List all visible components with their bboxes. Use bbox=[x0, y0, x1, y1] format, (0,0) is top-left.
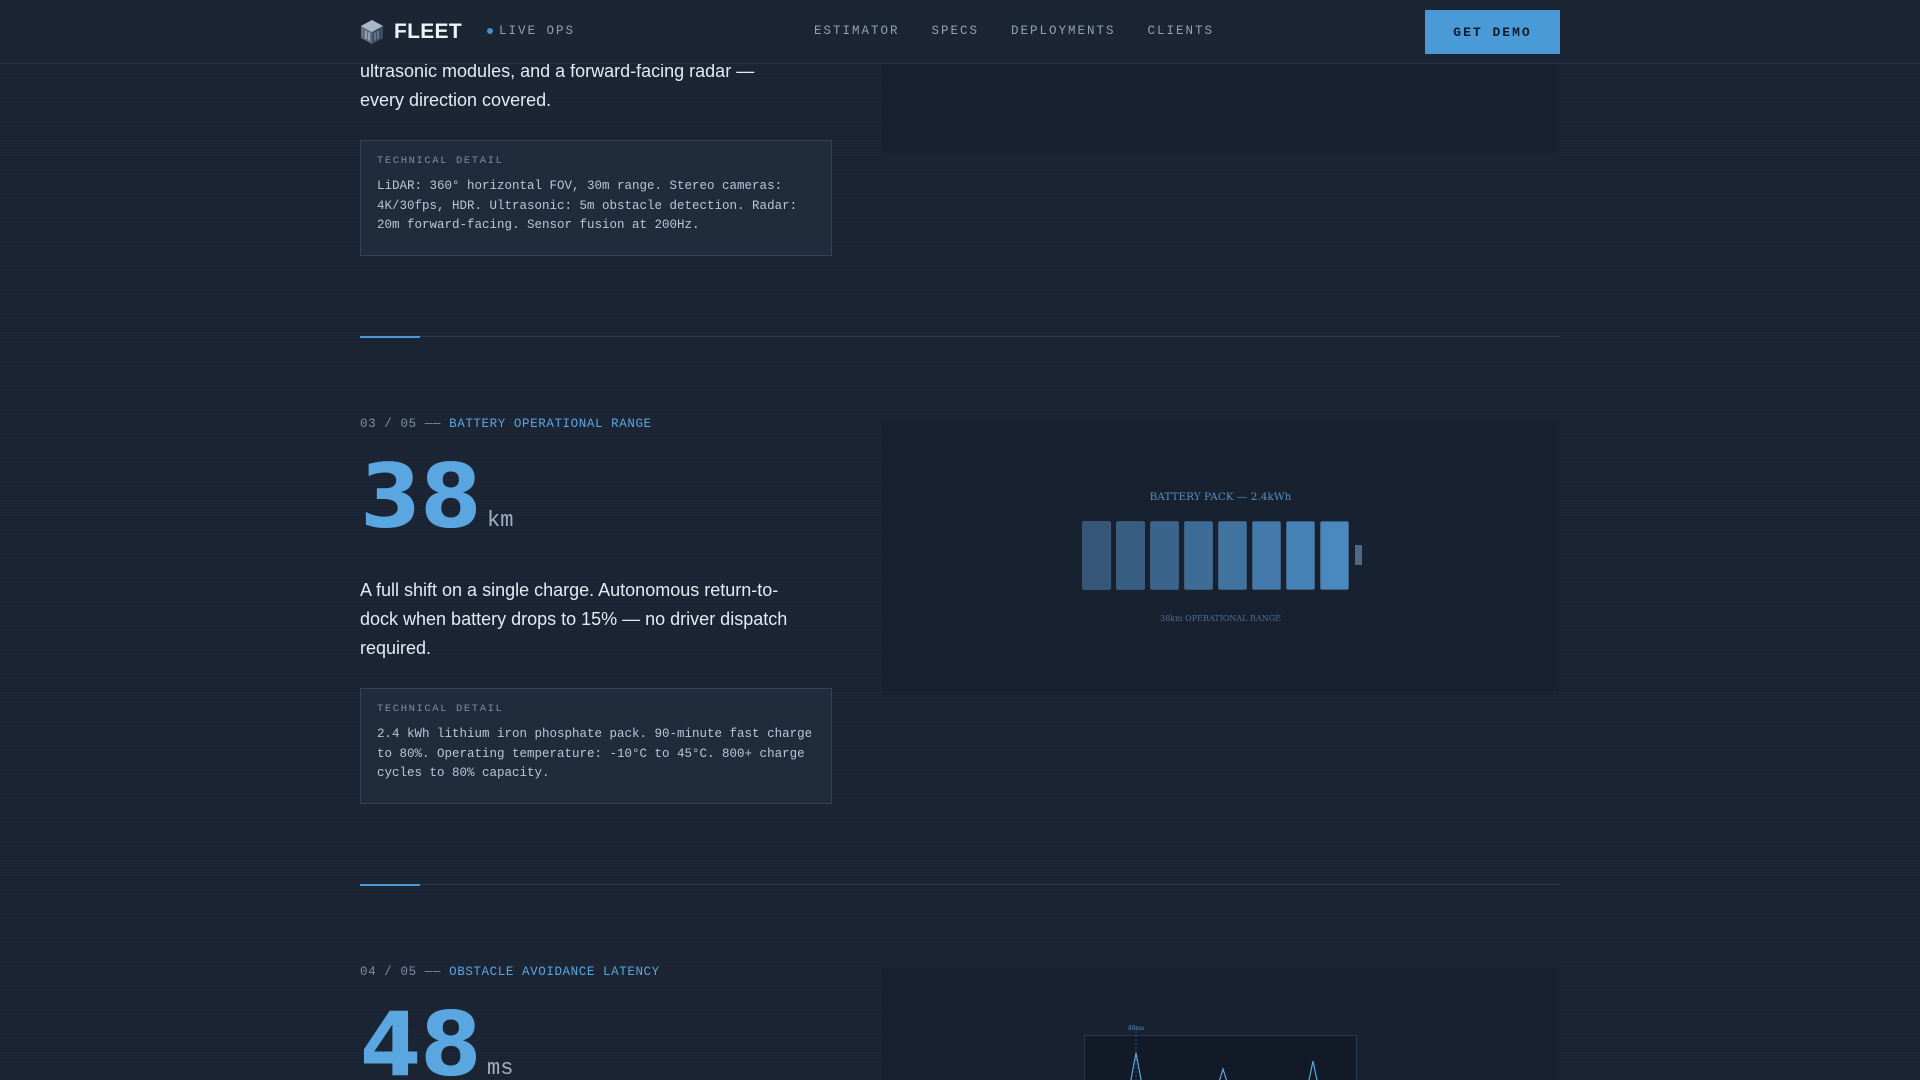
nav-link-deployments[interactable]: DEPLOYMENTS bbox=[1011, 24, 1116, 38]
battery-cell bbox=[1184, 521, 1213, 590]
battery-pack-graphic bbox=[1082, 521, 1362, 590]
section-title: OBSTACLE AVOIDANCE LATENCY bbox=[449, 965, 660, 979]
tech-detail-label: TECHNICAL DETAIL bbox=[377, 703, 504, 715]
section-index: 04 / 05 —— bbox=[360, 965, 442, 979]
latency-unit: ms bbox=[487, 1056, 514, 1080]
section-divider bbox=[360, 884, 1560, 885]
cube-logo-icon bbox=[361, 20, 383, 44]
tech-detail-body: LiDAR: 360° horizontal FOV, 30m range. S… bbox=[377, 179, 798, 232]
battery-cell bbox=[1286, 521, 1315, 590]
battery-cell bbox=[1218, 521, 1247, 590]
latency-waveform-graphic bbox=[1084, 1027, 1357, 1080]
live-ops-status: LIVE OPS bbox=[487, 24, 575, 38]
battery-tech-detail: TECHNICAL DETAIL 2.4 kWh lithium iron ph… bbox=[360, 688, 832, 804]
battery-cell bbox=[1252, 521, 1281, 590]
battery-description: A full shift on a single charge. Autonom… bbox=[360, 580, 788, 658]
get-demo-button[interactable]: GET DEMO bbox=[1425, 10, 1560, 54]
nav-links: ESTIMATOR SPECS DEPLOYMENTS CLIENTS bbox=[814, 24, 1214, 38]
section-index: 03 / 05 —— bbox=[360, 417, 442, 431]
top-nav: FLEET LIVE OPS ESTIMATOR SPECS DEPLOYMEN… bbox=[0, 0, 1920, 64]
battery-pack-title: BATTERY PACK — 2.4kWh bbox=[1149, 491, 1292, 503]
section-divider bbox=[360, 336, 1560, 337]
nav-link-clients[interactable]: CLIENTS bbox=[1148, 24, 1215, 38]
battery-cell bbox=[1116, 521, 1145, 590]
battery-range-value: 38 bbox=[360, 445, 481, 548]
logo-text: FLEET bbox=[394, 20, 462, 43]
battery-cell bbox=[1150, 521, 1179, 590]
sensor-description: ultrasonic modules, and a forward-facing… bbox=[360, 61, 755, 110]
battery-range-unit: km bbox=[487, 508, 514, 533]
section-eyebrow-latency: 04 / 05 —— OBSTACLE AVOIDANCE LATENCY bbox=[360, 965, 660, 979]
section-eyebrow-battery: 03 / 05 —— BATTERY OPERATIONAL RANGE bbox=[360, 417, 652, 431]
nav-link-estimator[interactable]: ESTIMATOR bbox=[814, 24, 900, 38]
section-divider-accent bbox=[360, 884, 420, 886]
logo[interactable]: FLEET bbox=[360, 19, 462, 45]
live-dot-icon bbox=[487, 28, 493, 34]
latency-marker-label: 48ms bbox=[1127, 1025, 1145, 1032]
battery-terminal bbox=[1355, 545, 1362, 565]
section-divider-accent bbox=[360, 336, 420, 338]
tech-detail-body: 2.4 kWh lithium iron phosphate pack. 90-… bbox=[377, 727, 813, 780]
nav-link-specs[interactable]: SPECS bbox=[932, 24, 980, 38]
latency-value: 48 bbox=[360, 993, 481, 1080]
latency-visual-panel: 48ms bbox=[882, 967, 1559, 1080]
sensor-visual-panel bbox=[882, 64, 1559, 154]
battery-visual-panel: BATTERY PACK — 2.4kWh 38km OPERATIONAL R… bbox=[882, 419, 1559, 695]
battery-cell bbox=[1320, 521, 1349, 590]
tech-detail-label: TECHNICAL DETAIL bbox=[377, 155, 504, 167]
battery-range-caption: 38km OPERATIONAL RANGE bbox=[1159, 614, 1282, 623]
battery-cell bbox=[1082, 521, 1111, 590]
live-ops-label: LIVE OPS bbox=[499, 24, 576, 38]
section-title: BATTERY OPERATIONAL RANGE bbox=[449, 417, 652, 431]
sensor-tech-detail: TECHNICAL DETAIL LiDAR: 360° horizontal … bbox=[360, 140, 832, 256]
